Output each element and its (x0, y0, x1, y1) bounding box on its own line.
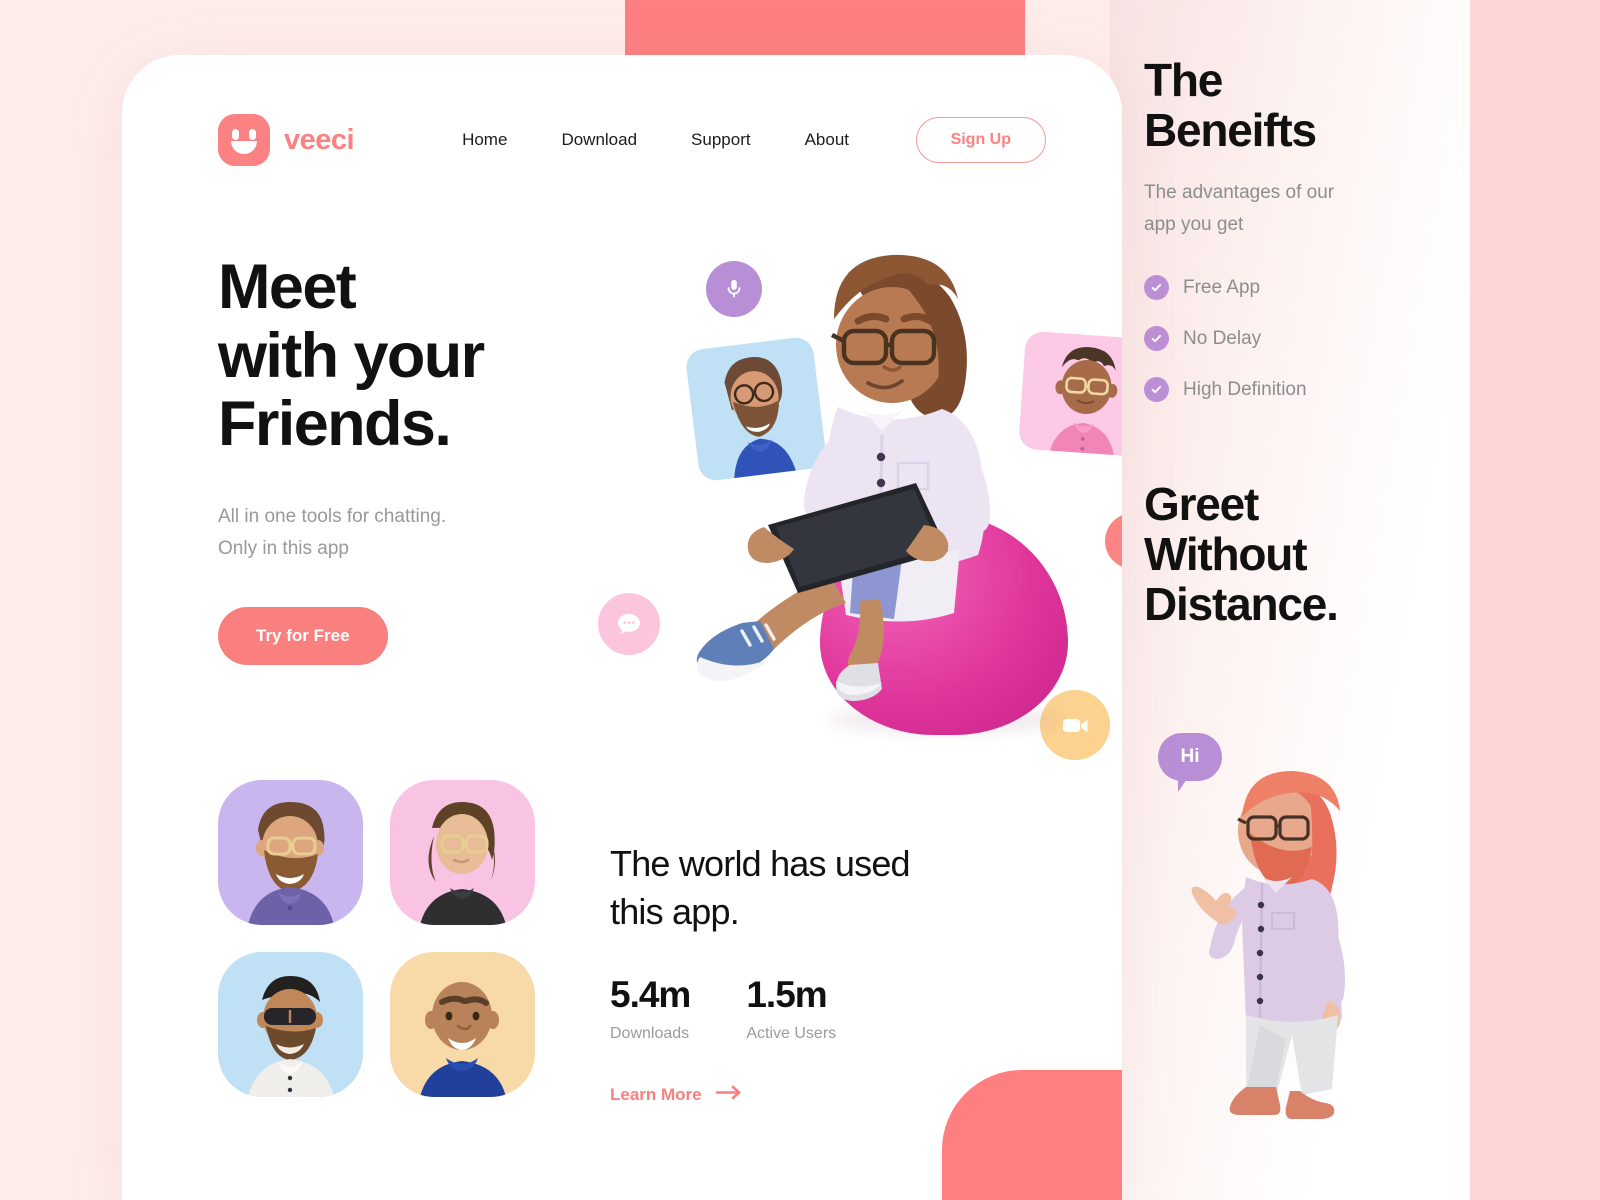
nav-link-home[interactable]: Home (462, 130, 507, 150)
brand-name: veeci (284, 123, 355, 156)
stat-label: Downloads (610, 1024, 690, 1042)
stats-row: 5.4m Downloads 1.5m Active Users (610, 974, 1040, 1043)
benefit-label: High Definition (1183, 378, 1307, 400)
main-card: veeci Home Download Support About Sign U… (122, 55, 1122, 1200)
check-circle-icon (1144, 326, 1169, 352)
avatar-bearded-glasses[interactable] (218, 780, 363, 925)
check-circle-icon (1144, 377, 1169, 403)
brand-logo[interactable]: veeci (218, 114, 355, 166)
stat-label: Active Users (746, 1024, 837, 1042)
page-root: The Beneifts The advantages of our app y… (0, 0, 1600, 1200)
navbar: veeci Home Download Support About Sign U… (218, 111, 1046, 169)
benefits-title: The Beneifts (1144, 54, 1317, 156)
nav-link-about[interactable]: About (805, 130, 849, 150)
check-circle-icon (1144, 275, 1169, 301)
avatar-short-hair-glasses[interactable] (390, 780, 535, 925)
learn-more-link[interactable]: Learn More (610, 1085, 742, 1105)
learn-more-label: Learn More (610, 1084, 702, 1104)
benefit-label: No Delay (1183, 327, 1262, 349)
person-icon[interactable] (1105, 513, 1122, 569)
man-on-beanbag-with-tablet (696, 254, 990, 701)
benefit-item: High Definition (1144, 377, 1470, 403)
stat-value: 5.4m (610, 973, 691, 1015)
stat-active-users: 1.5m Active Users (746, 974, 836, 1043)
smiley-face-icon (218, 114, 270, 166)
greet-title: Greet Without Distance. (1144, 478, 1339, 630)
stat-downloads: 5.4m Downloads (610, 973, 691, 1043)
try-for-free-button[interactable]: Try for Free (218, 606, 388, 665)
stats-title: The world has used this app. (610, 843, 911, 932)
nav-links: Home Download Support About (462, 130, 849, 150)
avatar-sunglasses-beard[interactable] (218, 952, 363, 1097)
hero-illustration (562, 195, 1122, 775)
arrow-right-icon (715, 1085, 742, 1105)
avatar-grid (218, 780, 535, 1097)
stats-block: The world has used this app. 5.4m Downlo… (610, 840, 1040, 1105)
benefit-label: Free App (1183, 276, 1261, 298)
benefit-item: Free App (1144, 275, 1470, 301)
card-corner-decoration (942, 1070, 1122, 1200)
avatar-bald-blue-shirt[interactable] (390, 952, 535, 1097)
benefit-item: No Delay (1144, 326, 1470, 352)
nav-link-download[interactable]: Download (561, 130, 637, 150)
sign-up-button[interactable]: Sign Up (915, 117, 1046, 163)
greeting-bubble: Hi (1158, 733, 1222, 792)
stat-value: 1.5m (746, 973, 827, 1015)
nav-link-support[interactable]: Support (691, 130, 751, 150)
benefits-subtitle: The advantages of our app you get (1144, 182, 1335, 236)
waving-man-illustration: Hi (1150, 725, 1380, 1125)
benefits-list: Free App No Delay High Definition (1144, 275, 1470, 403)
